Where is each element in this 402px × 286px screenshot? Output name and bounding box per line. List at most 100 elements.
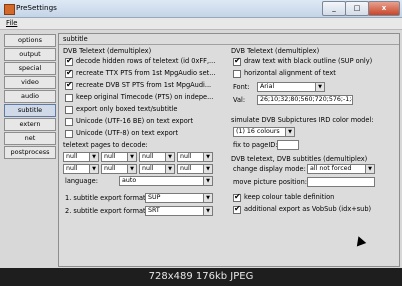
right-group2-title: simulate DVB Subpictures IRD color model… [231,116,374,124]
display-select[interactable]: all not forced ▼ [307,164,375,174]
chevron-down-icon: ▼ [127,165,136,173]
chevron-down-icon: ▼ [285,128,294,136]
checkbox-recreate-ttx[interactable] [65,68,73,78]
val-field[interactable]: 26;10;32;80;560;720;576;-1;4;3;1 [257,95,353,105]
chevron-down-icon: ▼ [203,153,212,161]
page-select-3[interactable]: null ▼ [139,152,175,162]
font-value: Arial [260,83,275,90]
tab-list: options output special video audio subti… [4,34,56,160]
label-vobsub: additional export as VobSub (idx+sub) [244,205,372,213]
menu-file[interactable]: File [6,19,17,27]
tab-net[interactable]: net [4,132,56,145]
page-select-7-value: null [142,165,154,172]
label-recreate-ttx: recreate TTX PTS from 1st MpgAudio set..… [76,69,216,77]
chevron-down-icon: ▼ [203,165,212,173]
label-draw-outline: draw text with black outline (SUP only) [244,57,373,65]
page-select-1-value: null [66,153,78,160]
tab-audio[interactable]: audio [4,90,56,103]
subtitle-panel: subtitle DVB Teletext (demultiplex) deco… [58,33,400,267]
display-value: all not forced [310,165,352,172]
pos-field[interactable] [307,177,375,187]
app-icon [4,4,15,15]
right-group3-title: DVB teletext, DVB subtitles (demultiplex… [231,155,368,163]
pages-label: teletext pages to decode: [63,141,148,149]
page-select-5[interactable]: null ▼ [63,164,99,174]
chevron-down-icon: ▼ [165,165,174,173]
chevron-down-icon: ▼ [89,153,98,161]
colors-value: (1) 16 colours [236,128,280,135]
page-select-1[interactable]: null ▼ [63,152,99,162]
right-group1-title: DVB Teletext (demultiplex) [231,47,320,55]
tab-options[interactable]: options [4,34,56,47]
page-select-6[interactable]: null ▼ [101,164,137,174]
checkbox-draw-outline[interactable] [233,56,241,66]
chevron-down-icon: ▼ [165,153,174,161]
language-value: auto [122,177,137,184]
language-select[interactable]: auto ▼ [119,176,213,186]
display-label: change display mode: [233,165,306,173]
page-select-4-value: null [180,153,192,160]
page-select-3-value: null [142,153,154,160]
label-utf16: Unicode (UTF-16 BE) on text export [76,117,194,125]
page-select-2-value: null [104,153,116,160]
export2-select[interactable]: SRT ▼ [145,206,213,216]
checkbox-horiz-align[interactable] [233,70,241,78]
page-select-8-value: null [180,165,192,172]
val-label: Val: [233,96,246,104]
font-label: Font: [233,83,250,91]
mouse-cursor-icon [353,234,367,247]
tab-extern[interactable]: extern [4,118,56,131]
fix-pageid-field[interactable] [277,140,299,150]
presettings-window: PreSettings _ □ x File options output sp… [0,0,402,268]
page-select-2[interactable]: null ▼ [101,152,137,162]
colors-select[interactable]: (1) 16 colours ▼ [233,127,295,137]
font-select[interactable]: Arial ▼ [257,82,325,92]
export2-value: SRT [148,207,160,214]
export2-label: 2. subtitle export formats: [65,207,152,215]
close-button[interactable]: x [368,1,400,16]
export1-label: 1. subtitle export formats: [65,194,152,202]
checkbox-recreate-dvb[interactable] [65,80,73,90]
checkbox-keep-timecode[interactable] [65,94,73,102]
minimize-button[interactable]: _ [322,1,346,16]
menu-bar: File [0,18,402,30]
checkbox-keep-colour[interactable] [233,192,241,202]
title-bar: PreSettings _ □ x [0,0,402,18]
checkbox-decode-hidden[interactable] [65,56,73,66]
export1-value: SUP [148,194,161,201]
chevron-down-icon: ▼ [315,83,324,91]
tab-special[interactable]: special [4,62,56,75]
label-export-boxed: export only boxed text/subtitle [76,105,178,113]
fix-label: fix to pageID: [233,141,278,149]
checkbox-utf8[interactable] [65,130,73,138]
export1-select[interactable]: SUP ▼ [145,193,213,203]
tab-output[interactable]: output [4,48,56,61]
pos-label: move picture position: [233,178,307,186]
label-decode-hidden: decode hidden rows of teletext (id 0xFF,… [76,57,216,65]
checkbox-export-boxed[interactable] [65,106,73,114]
page-select-7[interactable]: null ▼ [139,164,175,174]
chevron-down-icon: ▼ [203,177,212,185]
tab-subtitle[interactable]: subtitle [4,104,56,117]
left-group-title: DVB Teletext (demultiplex) [63,47,152,55]
tab-video[interactable]: video [4,76,56,89]
page-select-4[interactable]: null ▼ [177,152,213,162]
page-select-8[interactable]: null ▼ [177,164,213,174]
label-recreate-dvb: recreate DVB ST PTS from 1st MpgAudi... [76,81,212,89]
chevron-down-icon: ▼ [203,207,212,215]
label-horiz-align: horizontal alignment of text [244,69,336,77]
chevron-down-icon: ▼ [127,153,136,161]
chevron-down-icon: ▼ [365,165,374,173]
maximize-button[interactable]: □ [345,1,369,16]
panel-header: subtitle [59,34,399,45]
language-label: language: [65,177,98,185]
label-keep-colour: keep colour table definition [244,193,335,201]
chevron-down-icon: ▼ [89,165,98,173]
checkbox-vobsub[interactable] [233,204,241,214]
chevron-down-icon: ▼ [203,194,212,202]
window-title: PreSettings [16,3,57,12]
page-select-6-value: null [104,165,116,172]
tab-postprocess[interactable]: postprocess [4,146,56,159]
checkbox-utf16[interactable] [65,118,73,126]
label-keep-timecode: keep original Timecode (PTS) on indepe..… [76,93,214,101]
